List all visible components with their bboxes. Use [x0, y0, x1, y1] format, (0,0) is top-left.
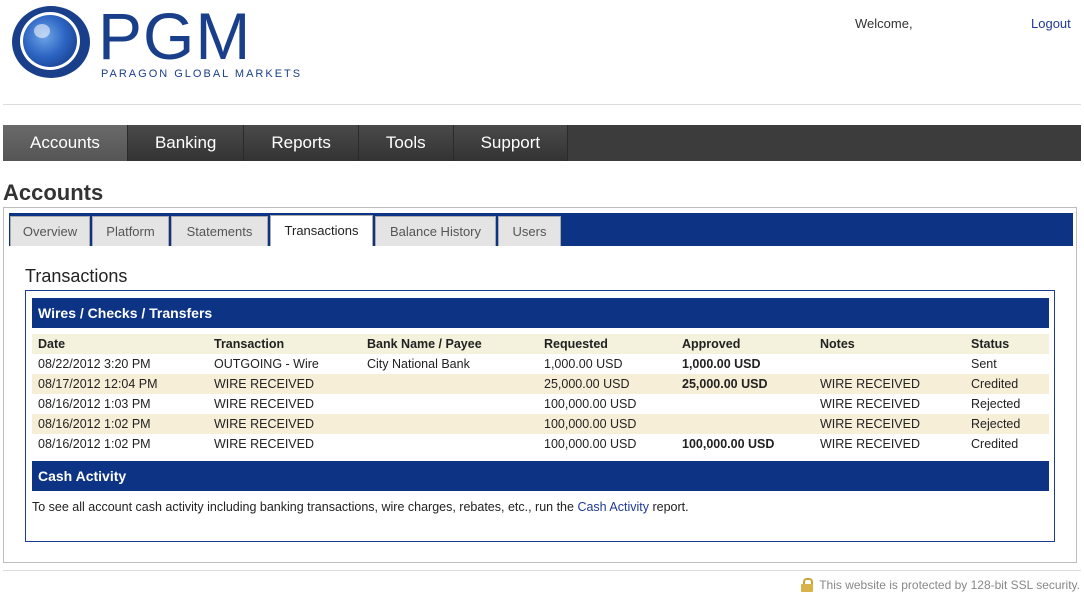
tab-overview[interactable]: Overview	[10, 216, 90, 246]
page-title: Accounts	[3, 180, 104, 205]
cell-approved: 100,000.00 USD	[682, 437, 775, 451]
cell-requested: 100,000.00 USD	[538, 414, 676, 434]
table-row: 08/16/2012 1:03 PM WIRE RECEIVED 100,000…	[32, 394, 1049, 414]
cell-requested: 100,000.00 USD	[544, 397, 637, 411]
cash-activity-link[interactable]: Cash Activity	[577, 500, 649, 514]
cell-transaction: WIRE RECEIVED	[214, 437, 315, 451]
cash-text-before: To see all account cash activity includi…	[32, 500, 578, 514]
cell-approved	[676, 394, 814, 414]
accounts-panel: Overview Platform Statements Transaction…	[3, 207, 1077, 563]
cell-date: 08/16/2012 1:02 PM	[38, 437, 151, 451]
col-requested: Requested	[538, 334, 676, 354]
logo-subtitle: PARAGON GLOBAL MARKETS	[101, 68, 303, 80]
ssl-notice: This website is protected by 128-bit SSL…	[801, 578, 1080, 592]
cell-status: Sent	[971, 357, 997, 371]
cell-payee: City National Bank	[367, 357, 470, 371]
nav-reports[interactable]: Reports	[244, 125, 359, 161]
cell-payee	[361, 394, 538, 414]
tab-transactions[interactable]: Transactions	[270, 215, 373, 246]
logo-text: PGM	[98, 0, 252, 73]
nav-support[interactable]: Support	[453, 125, 569, 161]
table-header-row: Date Transaction Bank Name / Payee Reque…	[32, 334, 1049, 354]
cell-transaction: WIRE RECEIVED	[208, 374, 361, 394]
cell-date: 08/22/2012 3:20 PM	[38, 357, 151, 371]
nav-tools[interactable]: Tools	[358, 125, 454, 161]
cell-requested: 1,000.00 USD	[544, 357, 623, 371]
cell-notes: WIRE RECEIVED	[814, 374, 965, 394]
wires-table: Date Transaction Bank Name / Payee Reque…	[32, 334, 1049, 454]
cell-approved: 25,000.00 USD	[676, 374, 814, 394]
col-bank-payee: Bank Name / Payee	[361, 334, 538, 354]
cell-date: 08/16/2012 1:03 PM	[38, 397, 151, 411]
cash-text-after: report.	[649, 500, 689, 514]
table-row: 08/16/2012 1:02 PM WIRE RECEIVED 100,000…	[32, 414, 1049, 434]
tab-bar: Overview Platform Statements Transaction…	[9, 213, 1073, 246]
cell-notes	[814, 354, 965, 374]
main-nav: Accounts Banking Reports Tools Support	[3, 125, 1081, 161]
cell-requested: 25,000.00 USD	[538, 374, 676, 394]
page: PGM PARAGON GLOBAL MARKETS Welcome, Logo…	[0, 0, 1084, 599]
lock-icon	[801, 578, 814, 592]
tab-users[interactable]: Users	[498, 216, 561, 246]
cell-status: Rejected	[971, 397, 1021, 411]
transactions-heading: Transactions	[25, 266, 128, 286]
cell-date: 08/17/2012 12:04 PM	[32, 374, 208, 394]
table-row: 08/22/2012 3:20 PM OUTGOING - Wire City …	[32, 354, 1049, 374]
cell-notes: WIRE RECEIVED	[820, 437, 921, 451]
cell-status: Credited	[965, 374, 1049, 394]
cash-activity-header: Cash Activity	[32, 461, 1049, 491]
col-notes: Notes	[814, 334, 965, 354]
cell-payee	[361, 414, 538, 434]
cash-activity-text: To see all account cash activity includi…	[32, 500, 689, 514]
cell-requested: 100,000.00 USD	[544, 437, 637, 451]
transactions-box: Wires / Checks / Transfers Date Transact…	[25, 290, 1055, 542]
globe-icon	[12, 6, 90, 78]
tab-balance-history[interactable]: Balance History	[375, 216, 496, 246]
header-divider	[3, 104, 1081, 105]
cell-transaction: WIRE RECEIVED	[214, 397, 315, 411]
logout-link[interactable]: Logout	[1031, 16, 1071, 31]
cell-transaction: WIRE RECEIVED	[208, 414, 361, 434]
table-row: 08/16/2012 1:02 PM WIRE RECEIVED 100,000…	[32, 434, 1049, 454]
col-approved: Approved	[676, 334, 814, 354]
table-row: 08/17/2012 12:04 PM WIRE RECEIVED 25,000…	[32, 374, 1049, 394]
ssl-text: This website is protected by 128-bit SSL…	[819, 578, 1080, 592]
pgm-logo[interactable]: PGM PARAGON GLOBAL MARKETS	[12, 0, 300, 82]
footer-divider	[3, 570, 1081, 571]
cell-payee	[361, 434, 538, 454]
col-date: Date	[32, 334, 208, 354]
cell-date: 08/16/2012 1:02 PM	[32, 414, 208, 434]
cell-notes: WIRE RECEIVED	[814, 414, 965, 434]
nav-banking[interactable]: Banking	[127, 125, 245, 161]
col-status: Status	[965, 334, 1049, 354]
cell-transaction: OUTGOING - Wire	[214, 357, 319, 371]
tab-platform[interactable]: Platform	[92, 216, 169, 246]
nav-accounts[interactable]: Accounts	[3, 125, 128, 161]
cell-status: Rejected	[965, 414, 1049, 434]
cell-notes: WIRE RECEIVED	[820, 397, 921, 411]
cell-payee	[361, 374, 538, 394]
col-transaction: Transaction	[208, 334, 361, 354]
tab-statements[interactable]: Statements	[171, 216, 268, 246]
cell-status: Credited	[971, 437, 1019, 451]
cell-approved: 1,000.00 USD	[682, 357, 761, 371]
cell-approved	[676, 414, 814, 434]
welcome-text: Welcome,	[855, 16, 913, 31]
wires-header: Wires / Checks / Transfers	[32, 298, 1049, 328]
